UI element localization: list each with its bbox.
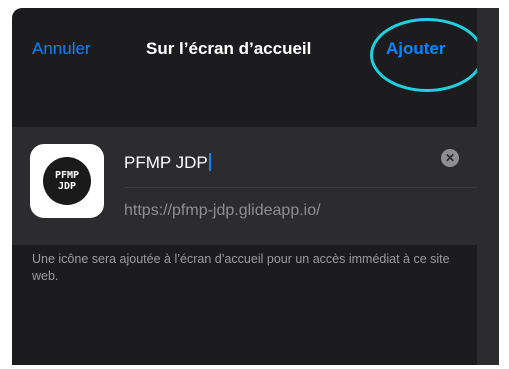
app-icon: PFMP JDP (30, 144, 104, 218)
add-button[interactable]: Ajouter (386, 39, 446, 59)
cancel-button[interactable]: Annuler (32, 39, 91, 59)
background-sheet-edge (477, 8, 499, 365)
app-icon-text-line1: PFMP (54, 170, 80, 181)
x-icon: ✕ (444, 151, 456, 165)
app-url-label: https://pfmp-jdp.glideapp.io/ (124, 202, 321, 219)
page-title: Sur l’écran d’accueil (146, 39, 312, 58)
field-separator (124, 187, 477, 188)
navigation-bar: Annuler Sur l’écran d’accueil Ajouter (12, 8, 477, 93)
app-icon-text-line2: JDP (57, 181, 77, 192)
add-to-home-screen-sheet: Annuler Sur l’écran d’accueil Ajouter PF… (12, 8, 477, 365)
clear-text-button[interactable]: ✕ (441, 149, 459, 167)
text-caret (208, 153, 211, 171)
info-footnote: Une icône sera ajoutée à l’écran d’accue… (32, 252, 450, 283)
app-name-field[interactable]: PFMP JDP (124, 153, 211, 173)
app-name-value: PFMP JDP (124, 153, 208, 172)
app-details-card: PFMP JDP PFMP JDP ✕ https://pfmp-jdp.gli… (12, 127, 477, 245)
app-icon-logo: PFMP JDP (43, 157, 91, 205)
